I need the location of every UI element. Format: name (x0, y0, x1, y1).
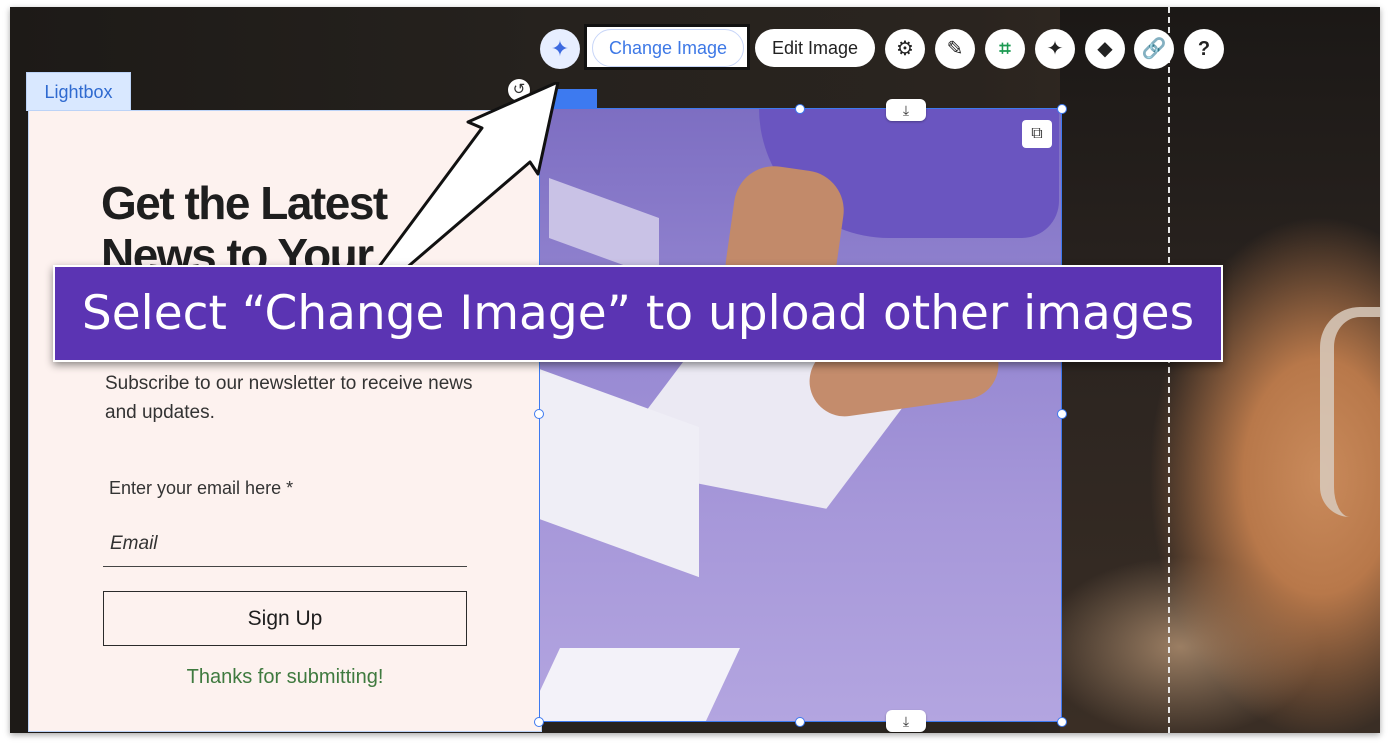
design-brush-icon[interactable]: ✎ (935, 29, 975, 69)
stretch-bottom-icon[interactable]: ⤓ (886, 710, 926, 732)
link-icon[interactable]: 🔗 (1134, 29, 1174, 69)
settings-gear-icon[interactable]: ⚙ (885, 29, 925, 69)
change-image-button[interactable]: Change Image (592, 29, 744, 67)
image-crop-badge-icon[interactable]: ⧉ (1022, 120, 1052, 148)
resize-handle-top[interactable] (795, 104, 805, 114)
animation-icon[interactable]: ◆ (1085, 29, 1125, 69)
sign-up-button[interactable]: Sign Up (103, 591, 467, 646)
selected-image[interactable] (539, 108, 1062, 722)
email-field[interactable] (103, 521, 467, 567)
lightbox-tab[interactable]: Lightbox (26, 72, 131, 111)
resize-handle-top-right[interactable] (1057, 104, 1067, 114)
instruction-banner: Select “Change Image” to upload other im… (53, 265, 1223, 362)
resize-handle-left[interactable] (534, 409, 544, 419)
success-message: Thanks for submitting! (186, 666, 384, 688)
email-field-label: Enter your email here * (109, 478, 294, 498)
lightbox-subtext[interactable]: Subscribe to our newsletter to receive n… (105, 369, 485, 427)
resize-handle-bottom-left[interactable] (534, 717, 544, 727)
background-photo-detail (1320, 307, 1380, 517)
help-icon[interactable]: ? (1184, 29, 1224, 69)
image-paper-corner (539, 648, 740, 722)
editor-canvas: Lightbox Get the Latest News to Your Sub… (10, 7, 1380, 733)
resize-handle-bottom[interactable] (795, 717, 805, 727)
ai-sparkle-icon[interactable]: ✦ (540, 29, 580, 69)
resize-handle-bottom-right[interactable] (1057, 717, 1067, 727)
resize-handle-right[interactable] (1057, 409, 1067, 419)
crop-icon[interactable]: ⌗ (985, 29, 1025, 69)
edit-image-button[interactable]: Edit Image (755, 29, 875, 67)
stretch-top-icon[interactable]: ⤓ (886, 99, 926, 121)
gridline-guide (1168, 7, 1170, 733)
callout-arrow-icon (376, 82, 560, 284)
magic-wand-icon[interactable]: ✦ (1035, 29, 1075, 69)
